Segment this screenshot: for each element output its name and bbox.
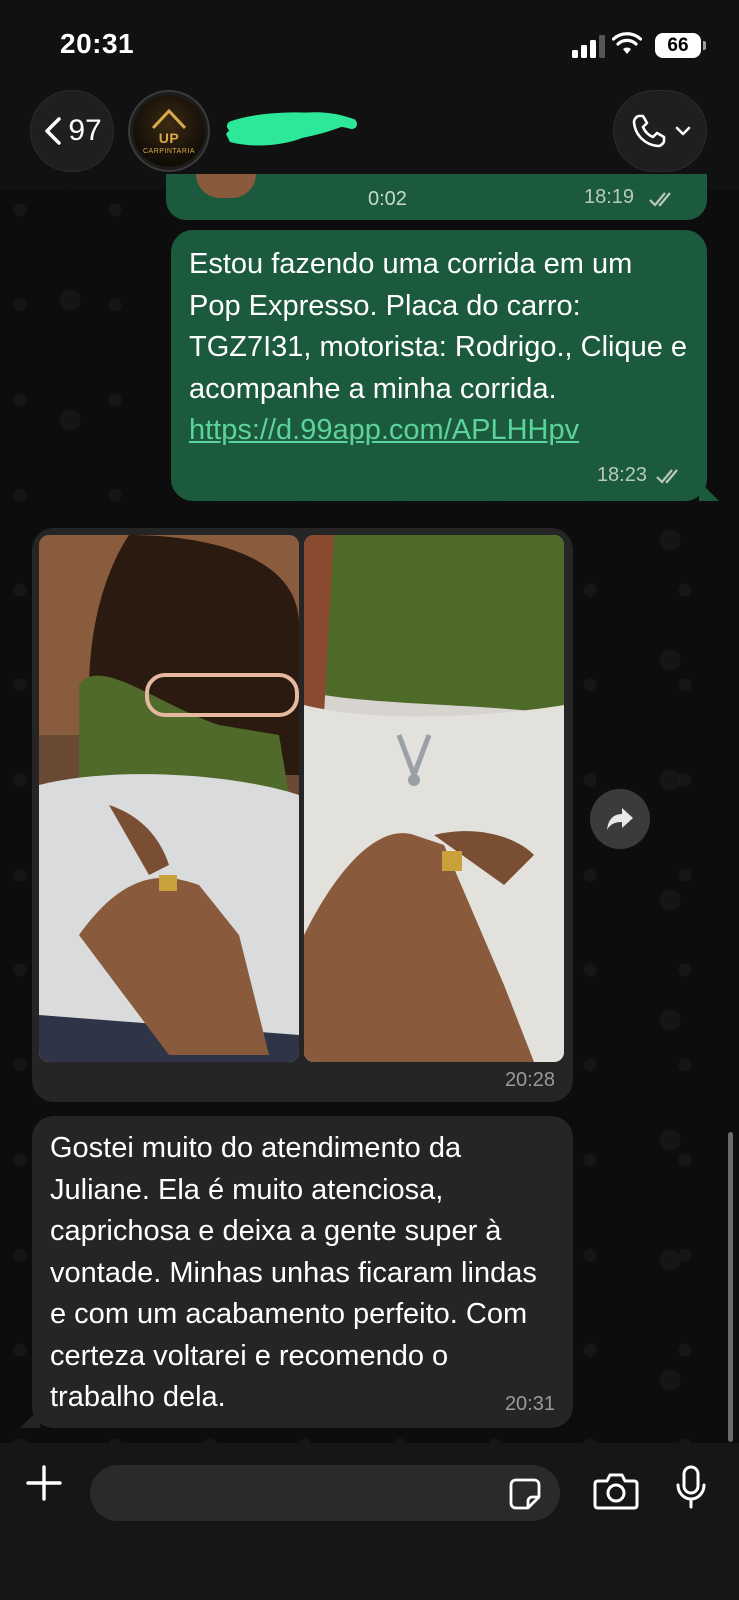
forward-button[interactable] [590,789,650,849]
phone-icon [632,114,666,148]
audio-message[interactable]: 0:02 18:19 [166,174,707,220]
logo-sub: CARPINTARIA [142,147,196,155]
audio-sender-avatar [196,174,256,198]
message-body: Estou fazendo uma corrida em um Pop Expr… [189,248,688,405]
cellular-signal-icon [572,34,606,58]
plus-icon[interactable] [26,1465,62,1501]
photo-manicure-2[interactable] [304,535,564,1062]
unread-count: 97 [68,114,102,147]
microphone-icon[interactable] [676,1465,706,1511]
message-input-box[interactable] [90,1465,560,1521]
ride-tracking-link[interactable]: https://d.99app.com/APLHHpv [189,414,579,446]
logo-mark: UP [158,129,180,146]
carpintaria-logo: UP CARPINTARIA [133,95,205,167]
read-receipt-icon [649,192,671,207]
status-time: 20:31 [60,28,135,59]
contact-name-redacted[interactable] [222,104,362,150]
back-button[interactable]: 97 [30,90,114,172]
audio-duration: 0:02 [368,188,407,210]
wifi-icon [612,32,642,54]
message-text: Gostei muito do atendimento da Juliane. … [50,1132,537,1413]
photo-manicure-1[interactable] [39,535,299,1062]
photo-album-message[interactable]: 20:28 [32,528,573,1102]
chevron-left-icon [45,117,62,145]
manicure-photo-image [304,535,564,1062]
message-time: 18:19 [584,186,635,208]
status-bar: 20:31 66 [0,0,739,90]
sticker-icon[interactable] [508,1477,542,1511]
ride-share-message[interactable]: Estou fazendo uma corrida em um Pop Expr… [171,230,719,501]
forward-arrow-icon [607,808,633,830]
message-input[interactable] [110,1465,490,1521]
call-button[interactable] [613,90,707,172]
battery-indicator: 66 [655,33,706,58]
message-composer [0,1443,739,1600]
message-time: 18:23 [596,464,647,486]
message-time: 20:28 [504,1069,555,1091]
camera-icon[interactable] [593,1471,639,1511]
review-message[interactable]: Gostei muito do atendimento da Juliane. … [20,1116,573,1428]
message-text: Estou fazendo uma corrida em um Pop Expr… [189,244,689,452]
manicure-photo-image [39,535,299,1062]
message-time: 20:31 [504,1393,555,1415]
chevron-down-icon [675,126,691,136]
roof-logo-icon [151,108,187,129]
read-receipt-icon [656,469,678,484]
contact-avatar[interactable]: UP CARPINTARIA [128,90,210,172]
scrollbar[interactable] [728,1132,733,1442]
